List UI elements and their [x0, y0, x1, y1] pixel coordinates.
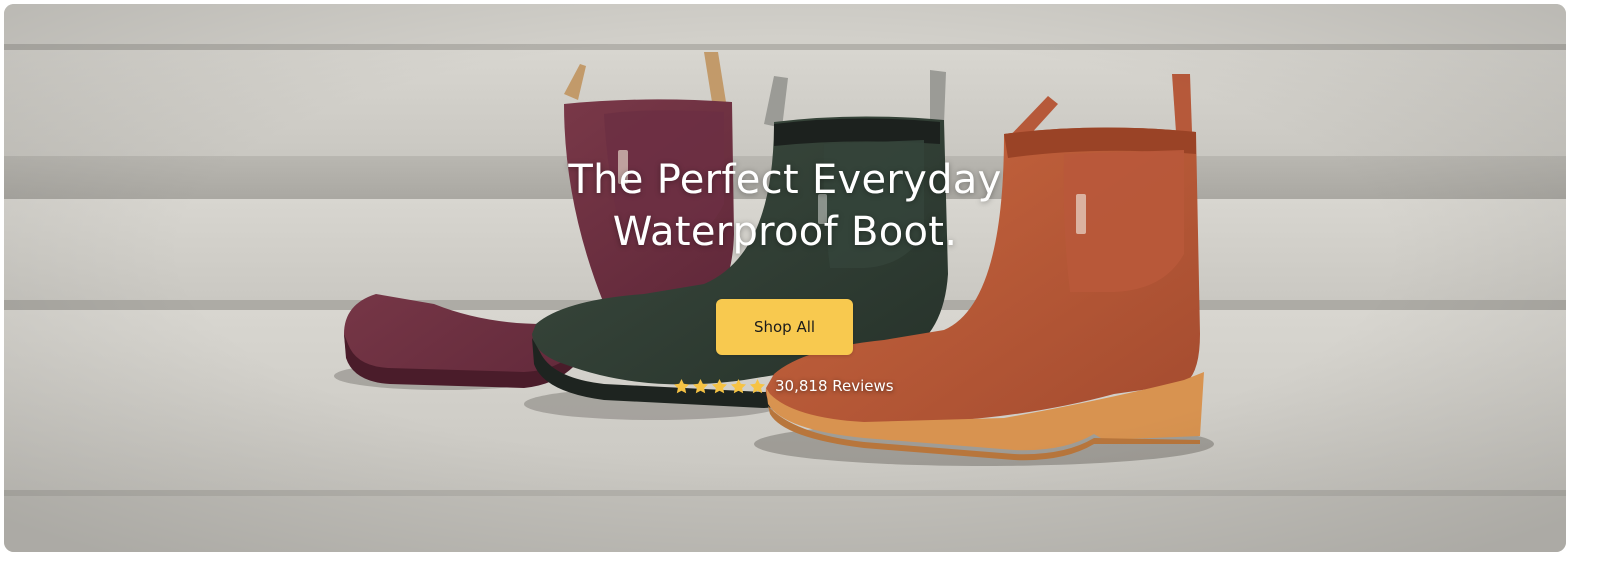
hero-content: The Perfect Everyday Waterproof Boot. Sh…: [4, 4, 1566, 552]
headline-line-1: The Perfect Everyday: [568, 157, 1002, 203]
star-icon: [673, 378, 690, 393]
star-icon: [711, 378, 728, 393]
star-icon: [730, 378, 747, 393]
headline-line-2: Waterproof Boot.: [612, 209, 958, 255]
shop-all-button[interactable]: Shop All: [716, 299, 853, 355]
reviews-rating[interactable]: 30,818 Reviews: [672, 375, 894, 397]
hero-headline: The Perfect Everyday Waterproof Boot.: [435, 154, 1135, 258]
star-icon: [692, 378, 709, 393]
reviews-count: 30,818 Reviews: [775, 377, 894, 395]
hero-banner: The Perfect Everyday Waterproof Boot. Sh…: [4, 4, 1566, 552]
star-icon: [749, 378, 766, 393]
star-rating: [672, 377, 767, 396]
